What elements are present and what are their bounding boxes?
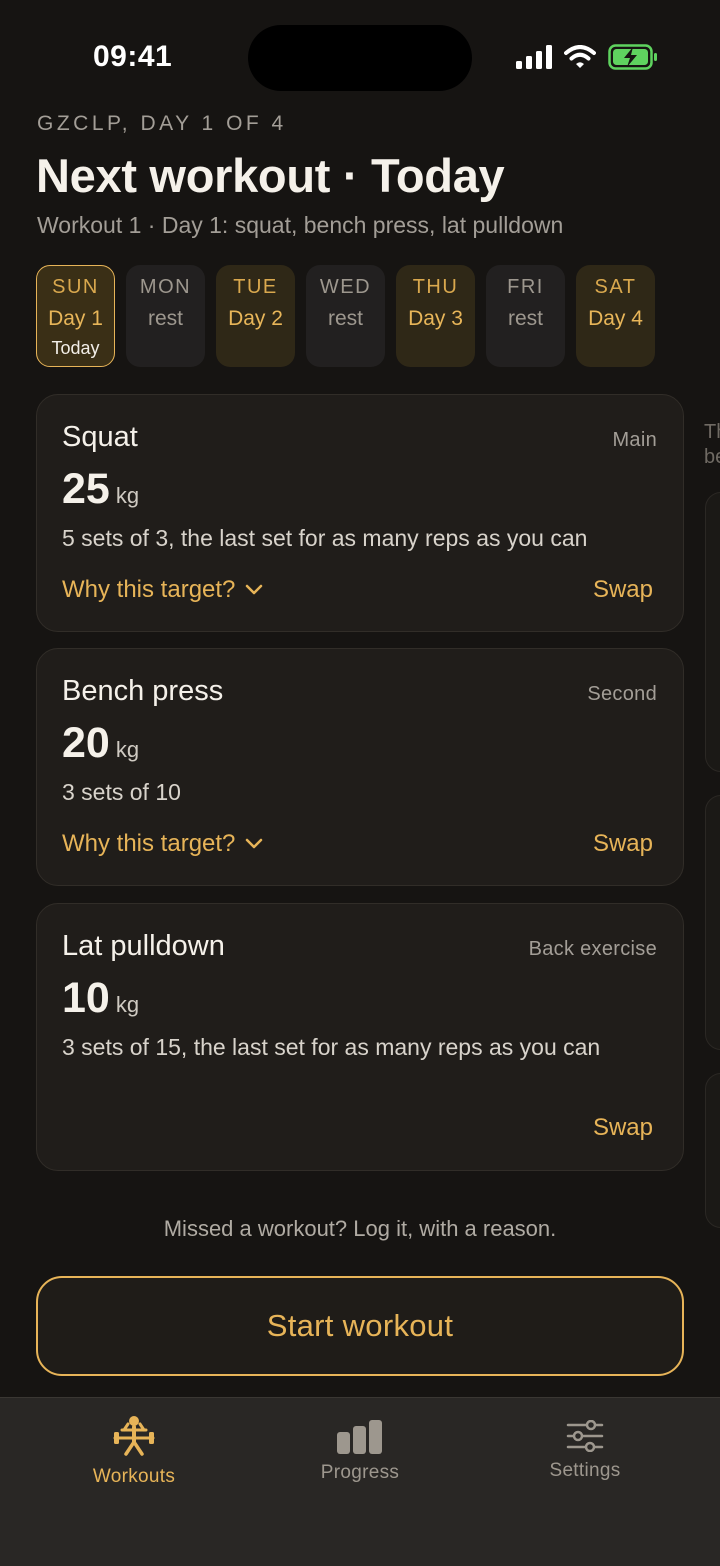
weight-value: 10 [62,974,110,1022]
day-chip-tue[interactable]: TUE Day 2 [216,265,295,367]
tab-label: Workouts [92,1466,176,1487]
why-this-target-toggle[interactable]: Why this target? [62,576,263,604]
exercise-name: Squat [62,421,138,453]
exercise-name: Lat pulldown [62,930,225,962]
day-chip-name: THU [412,276,459,298]
bar-chart-icon [337,1420,382,1454]
day-chip-mon[interactable]: MON rest [126,265,205,367]
day-chip-label: rest [507,307,543,330]
next-page-peek-text: Th be [704,420,720,470]
peek-line: be [704,446,720,468]
status-icons [516,44,658,70]
weight-unit: kg [115,483,140,508]
day-chip-label: Day 1 [48,307,103,330]
next-page-peek-card [705,795,720,1050]
day-chip-name: FRI [507,276,544,298]
dynamic-island [248,25,472,91]
exercise-scheme: 5 sets of 3, the last set for as many re… [62,525,588,551]
tab-progress[interactable]: Progress [314,1420,406,1484]
day-chip-label: rest [147,307,183,330]
day-chip-label: Day 2 [228,307,283,330]
day-chip-name: MON [139,276,192,298]
exercise-weight: 20 kg [62,719,139,768]
weight-unit: kg [115,737,140,762]
cellular-signal-icon [516,45,552,69]
day-chip-fri[interactable]: FRI rest [486,265,565,367]
workout-subtitle: Workout 1 · Day 1: squat, bench press, l… [37,212,564,238]
swap-button[interactable]: Swap [593,576,653,604]
tab-workouts[interactable]: Workouts [88,1414,180,1488]
why-label: Why this target? [62,830,236,857]
swap-button[interactable]: Swap [593,830,653,858]
exercise-role: Main [612,429,657,451]
wifi-icon [564,45,596,68]
exercise-scheme: 3 sets of 15, the last set for as many r… [62,1034,601,1060]
exercise-scheme: 3 sets of 10 [62,779,181,805]
exercise-card-bench-press: Bench press Second 20 kg 3 sets of 10 Why… [36,648,684,886]
barbell-lifter-icon [113,1416,155,1456]
day-chip-thu[interactable]: THU Day 3 [396,265,475,367]
program-kicker: GZCLP, DAY 1 OF 4 [37,112,287,135]
day-chip-today-tag: Today [51,338,100,358]
tab-settings[interactable]: Settings [539,1420,631,1482]
why-this-target-toggle[interactable]: Why this target? [62,830,263,858]
exercise-weight: 25 kg [62,465,139,514]
weight-value: 20 [62,719,110,767]
status-time: 09:41 [93,40,173,73]
next-page-peek-card [705,1073,720,1228]
next-page-peek-card [705,492,720,772]
peek-line: Th [704,421,720,443]
day-chip-sat[interactable]: SAT Day 4 [576,265,655,367]
screen: 09:41 GZCLP, DAY 1 OF 4 Next workout · T… [0,0,720,1566]
day-chip-label: Day 4 [588,307,643,330]
exercise-name: Bench press [62,675,224,707]
battery-charging-icon [608,44,657,70]
day-chip-name: TUE [233,276,278,298]
chevron-down-icon [246,838,263,849]
day-chip-sun[interactable]: SUN Day 1 Today [36,265,115,367]
chevron-down-icon [246,584,263,595]
log-missed-workout-link[interactable]: Missed a workout? Log it, with a reason. [0,1216,720,1242]
tab-bar: Workouts Progress Settings [0,1397,720,1566]
start-workout-button[interactable]: Start workout [36,1276,684,1376]
weight-unit: kg [115,992,140,1017]
exercise-weight: 10 kg [62,974,139,1023]
day-chip-wed[interactable]: WED rest [306,265,385,367]
day-chip-name: WED [319,276,372,298]
day-chip-name: SAT [594,276,637,298]
tab-label: Settings [549,1460,621,1481]
day-chip-label: Day 3 [408,307,463,330]
sliders-icon [566,1420,604,1452]
why-label: Why this target? [62,576,236,603]
weight-value: 25 [62,465,110,513]
exercise-card-squat: Squat Main 25 kg 5 sets of 3, the last se… [36,394,684,632]
exercise-card-lat-pulldown: Lat pulldown Back exercise 10 kg 3 sets o… [36,903,684,1171]
exercise-role: Back exercise [528,938,657,960]
tab-label: Progress [320,1462,400,1483]
exercise-role: Second [587,683,657,705]
day-chip-label: rest [327,307,363,330]
week-day-selector: SUN Day 1 Today MON rest TUE Day 2 WED r… [36,265,655,367]
page-title: Next workout · Today [36,149,505,202]
day-chip-name: SUN [52,276,99,298]
swap-button[interactable]: Swap [593,1114,653,1142]
